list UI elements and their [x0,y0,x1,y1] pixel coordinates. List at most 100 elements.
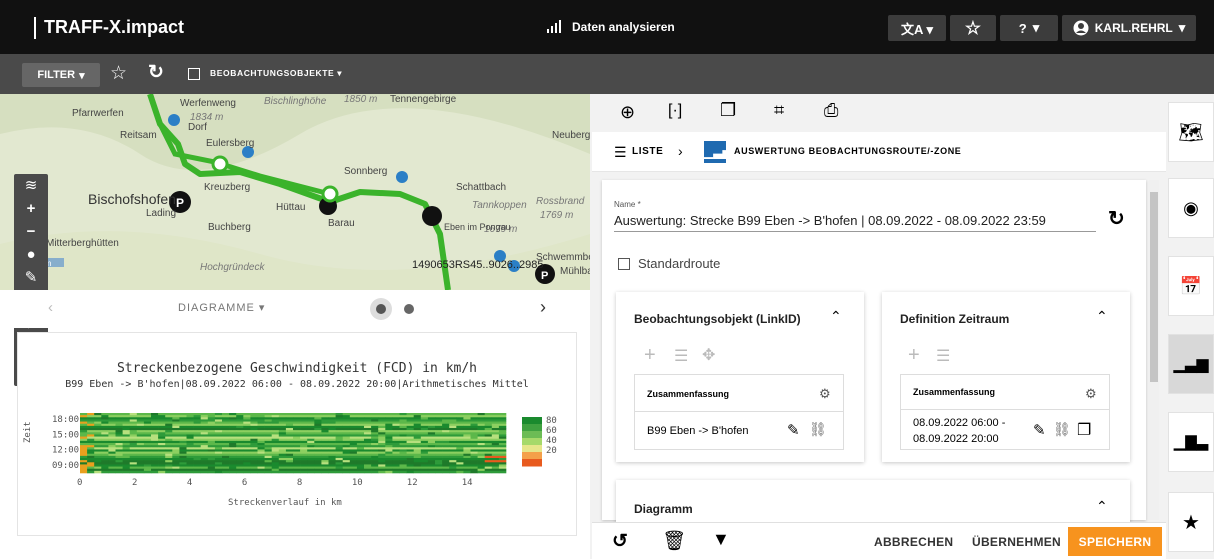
heatmap-cell [314,464,322,467]
left-panel: P P Pfarrwerfen Werfenweng Bischlinghöhe… [0,94,590,559]
map-icon[interactable]: 🗺 [1168,102,1214,162]
heatmap-cell [243,458,251,461]
heatmap-cell [470,434,478,437]
heatmap-cell [371,462,379,465]
heatmap-cell [470,455,478,459]
cancel-button[interactable]: ABBRECHEN [874,535,953,549]
edit-icon[interactable]: ✎ [787,421,800,439]
chevron-up-icon[interactable]: ⌃ [830,308,842,325]
heatmap-cell [491,432,500,435]
heatmap-cell [307,447,315,450]
refresh-icon[interactable]: ↻ [148,61,164,84]
add-icon[interactable]: + [644,344,656,367]
crop-icon[interactable]: ⌗ [774,100,784,121]
filter-icon[interactable]: ▼ [712,529,730,550]
target-icon[interactable]: ✥ [702,345,715,365]
bar-chart-icon[interactable]: ▁▇▃ [1168,412,1214,472]
copy-icon[interactable]: ❐ [720,100,736,121]
carousel-dot[interactable] [404,304,414,314]
language-menu[interactable]: 文A ▾ [888,15,946,41]
map-view[interactable]: P P Pfarrwerfen Werfenweng Bischlinghöhe… [0,94,590,290]
heatmap-cell [186,430,194,433]
name-field[interactable]: Auswertung: Strecke B99 Eben -> B'hofen … [614,212,1096,232]
heatmap-cell [207,434,216,437]
analytics-icon[interactable]: ▁▃▆ [1168,334,1214,394]
heatmap-cell [257,449,265,452]
chevron-up-icon[interactable]: ⌃ [1096,498,1108,515]
list-icon[interactable]: ☰ [614,144,627,161]
heatmap-cell [300,449,308,452]
heatmap-cell [335,417,343,420]
heatmap-cell [236,440,244,444]
heatmap-cell [371,443,379,446]
unlink-icon[interactable]: ⛓ [1053,421,1071,438]
eye-icon[interactable]: ◉ [1168,178,1214,238]
user-menu[interactable]: KARL.REHRL ▾ [1062,15,1196,41]
trash-icon[interactable]: 🗑 [662,529,686,553]
heatmap-cell [463,458,471,461]
heatmap-cell [271,434,280,437]
heatmap-cell [477,417,485,420]
print-icon[interactable]: ⎙ [824,100,838,121]
heatmap-cell [87,443,95,446]
favorites-button[interactable]: ☆ [950,15,996,41]
heatmap-cell [470,423,478,427]
star-outline-icon[interactable]: ☆ [110,62,127,85]
copy-icon[interactable]: ❐ [1077,420,1091,440]
form-scrollbar[interactable] [1149,180,1159,520]
help-menu[interactable]: ? ▾ [1000,15,1058,41]
heatmap-cell [278,413,287,416]
heatmap-cell [420,434,429,437]
zoom-out-icon[interactable]: − [14,220,48,243]
heatmap-cell [193,464,201,467]
objects-label: BEOBACHTUNGSOBJEKTE [210,68,335,78]
standardroute-checkbox[interactable] [618,258,630,270]
heatmap-cell [243,460,251,463]
heatmap-cell [278,436,287,440]
heatmap-cell [243,432,251,435]
chevron-left-icon[interactable]: ‹ [48,299,53,316]
breadcrumb-list[interactable]: LISTE [632,146,663,157]
list-icon[interactable]: ☰ [936,346,950,366]
heatmap-cell [250,436,258,440]
heatmap-cell [427,425,436,429]
apply-button[interactable]: ÜBERNEHMEN [972,535,1061,549]
list-icon[interactable]: ☰ [674,346,688,366]
locate-icon[interactable]: ● [14,243,48,266]
objects-menu[interactable]: BEOBACHTUNGSOBJEKTE ▾ [210,68,342,79]
unlink-icon[interactable]: ⛓ [809,421,827,438]
measure-icon[interactable]: ✎ [14,266,48,289]
star-filled-icon[interactable]: ★ [1168,492,1214,552]
save-button[interactable]: SPEICHERN [1068,527,1162,556]
refresh-icon[interactable]: ↻ [1108,206,1125,231]
heatmap-cell [250,453,258,457]
gear-icon[interactable]: ⚙ [1085,386,1097,402]
heatmap-cell [335,449,343,452]
heatmap-cell [498,428,507,431]
heatmap-cell [293,453,301,457]
chevron-right-icon[interactable]: › [540,297,546,318]
heatmap-cell [307,460,315,463]
heatmap-cell [293,423,301,427]
heatmap-cell [200,425,209,429]
gear-icon[interactable]: ⚙ [819,386,831,402]
focus-icon[interactable]: [·] [668,102,682,120]
filter-button[interactable]: FILTER ▾ [22,63,100,87]
heatmap-cell [207,460,216,463]
heatmap-cell [143,434,152,437]
heatmap-cell [335,445,343,448]
undo-icon[interactable]: ↺ [612,530,628,553]
add-icon[interactable]: + [908,344,920,367]
diagram-menu[interactable]: DIAGRAMME ▾ [178,301,265,314]
heatmap-cell [307,430,315,433]
zoom-in-icon[interactable]: + [14,197,48,220]
diagram-label: DIAGRAMME [178,302,255,314]
edit-icon[interactable]: ✎ [1033,421,1046,439]
zoom-in-icon[interactable]: ⊕ [620,102,635,123]
heatmap-cell [200,415,209,418]
chevron-up-icon[interactable]: ⌃ [1096,308,1108,325]
layers-icon[interactable]: ≋ [14,174,48,197]
checkbox-objects[interactable] [188,68,200,80]
calendar-icon[interactable]: 📅 [1168,256,1214,316]
heatmap-cell [143,413,152,416]
